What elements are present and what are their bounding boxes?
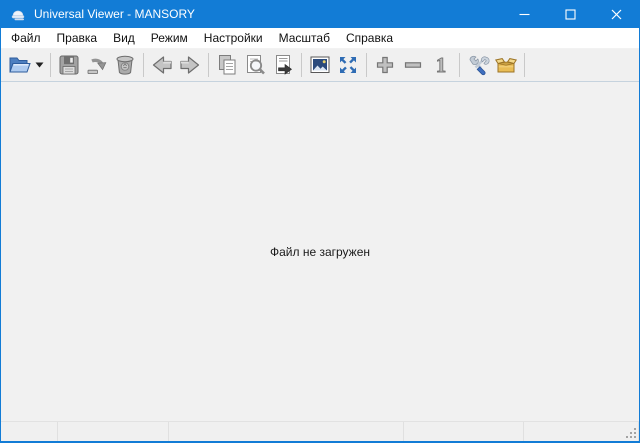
toolbar-separator xyxy=(208,53,209,77)
close-icon xyxy=(611,9,622,20)
viewer-area: Файл не загружен xyxy=(1,82,639,421)
copy-button[interactable] xyxy=(213,50,241,80)
digit-one-icon: 1 xyxy=(429,53,453,77)
tools-icon xyxy=(466,53,490,77)
status-panel xyxy=(58,422,169,441)
minimize-icon xyxy=(519,9,530,20)
arrow-left-icon xyxy=(150,53,174,77)
toolbar-separator xyxy=(50,53,51,77)
goto-page-icon xyxy=(271,53,295,77)
reload-arrow-icon xyxy=(85,53,109,77)
toolbar-separator xyxy=(301,53,302,77)
plugins-button[interactable] xyxy=(492,50,520,80)
open-box-icon xyxy=(494,53,518,77)
status-bar xyxy=(1,421,639,441)
svg-text:1: 1 xyxy=(436,53,447,77)
maximize-icon xyxy=(565,9,576,20)
goto-button[interactable] xyxy=(269,50,297,80)
menu-help[interactable]: Справка xyxy=(338,28,401,48)
status-panel xyxy=(1,422,58,441)
maximize-button[interactable] xyxy=(547,0,593,28)
save-button[interactable] xyxy=(55,50,83,80)
zoom-out-button[interactable] xyxy=(399,50,427,80)
menu-bar: Файл Правка Вид Режим Настройки Масштаб … xyxy=(1,28,639,49)
forward-button[interactable] xyxy=(176,50,204,80)
zoom-in-button[interactable] xyxy=(371,50,399,80)
app-window: Universal Viewer - MANSORY Файл xyxy=(0,0,640,443)
toolbar-separator xyxy=(524,53,525,77)
copy-pages-icon xyxy=(215,53,239,77)
menu-mode[interactable]: Режим xyxy=(143,28,196,48)
menu-edit[interactable]: Правка xyxy=(49,28,106,48)
menu-view[interactable]: Вид xyxy=(105,28,143,48)
file-not-loaded-message: Файл не загружен xyxy=(270,245,370,259)
minimize-button[interactable] xyxy=(501,0,547,28)
menu-file[interactable]: Файл xyxy=(3,28,49,48)
open-button[interactable] xyxy=(5,50,33,80)
fullscreen-button[interactable] xyxy=(334,50,362,80)
menu-zoom[interactable]: Масштаб xyxy=(271,28,338,48)
options-button[interactable] xyxy=(464,50,492,80)
app-icon[interactable] xyxy=(10,6,26,22)
page-magnifier-icon xyxy=(243,53,267,77)
open-dropdown-button[interactable] xyxy=(33,50,46,80)
delete-button[interactable] xyxy=(111,50,139,80)
status-panel xyxy=(169,422,404,441)
window-title: Universal Viewer - MANSORY xyxy=(34,7,501,21)
picture-icon xyxy=(308,53,332,77)
reload-button[interactable] xyxy=(83,50,111,80)
toolbar-separator xyxy=(459,53,460,77)
minus-icon xyxy=(401,53,425,77)
folder-open-icon xyxy=(7,53,31,77)
status-panel xyxy=(524,422,639,441)
title-bar: Universal Viewer - MANSORY xyxy=(1,0,639,28)
status-panel xyxy=(404,422,524,441)
toolbar-separator xyxy=(366,53,367,77)
resize-grip[interactable] xyxy=(626,428,637,439)
fullscreen-arrows-icon xyxy=(336,53,360,77)
actual-size-button[interactable]: 1 xyxy=(427,50,455,80)
caption-buttons xyxy=(501,0,639,28)
preview-button[interactable] xyxy=(241,50,269,80)
menu-settings[interactable]: Настройки xyxy=(196,28,271,48)
toolbar: 1 xyxy=(1,49,639,82)
arrow-right-icon xyxy=(178,53,202,77)
toolbar-separator xyxy=(143,53,144,77)
chevron-down-icon xyxy=(35,62,44,68)
image-view-button[interactable] xyxy=(306,50,334,80)
recycle-bin-icon xyxy=(113,53,137,77)
plus-icon xyxy=(373,53,397,77)
close-button[interactable] xyxy=(593,0,639,28)
back-button[interactable] xyxy=(148,50,176,80)
floppy-disk-icon xyxy=(57,53,81,77)
